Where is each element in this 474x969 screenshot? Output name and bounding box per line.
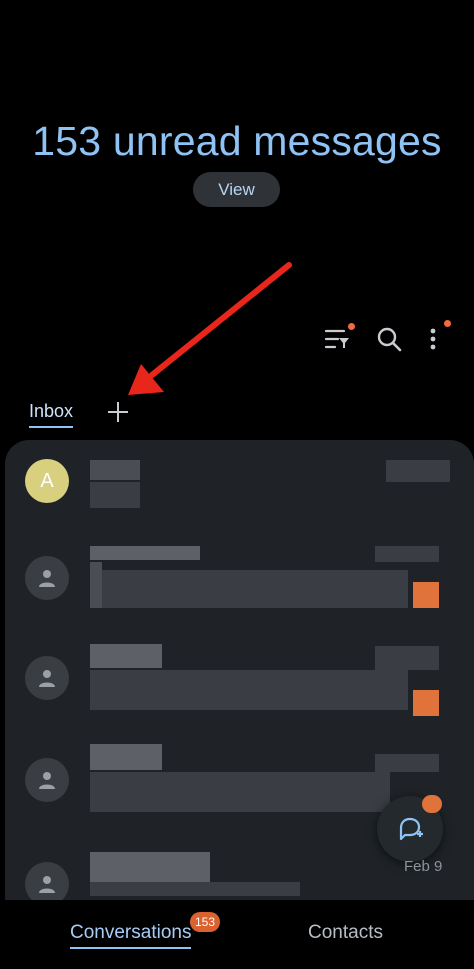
conversation-row[interactable] [5, 638, 474, 738]
blurred-sender [90, 852, 210, 882]
unread-badge [413, 582, 439, 608]
unread-summary: 153 unread messages View [0, 0, 474, 330]
tab-conversations[interactable]: Conversations [70, 922, 192, 949]
contact-avatar-icon [25, 758, 69, 802]
blurred-time [375, 754, 439, 772]
message-date: Feb 9 [404, 858, 443, 875]
conversation-row[interactable]: A [5, 440, 474, 540]
more-options-icon[interactable] [418, 320, 451, 356]
blurred-sender [90, 460, 140, 480]
tab-inbox[interactable]: Inbox [29, 401, 74, 428]
bottom-navigation: Conversations 153 Contacts [0, 900, 474, 969]
unread-badge [413, 690, 439, 716]
blurred-preview [90, 882, 300, 896]
blurred-sender [90, 546, 200, 560]
blurred-preview [90, 482, 140, 508]
plus-icon[interactable] [104, 398, 132, 426]
conversation-row[interactable] [5, 538, 474, 638]
contact-avatar-icon [25, 862, 69, 900]
avatar: A [25, 459, 69, 503]
new-message-icon [399, 817, 423, 841]
contact-avatar-icon [25, 656, 69, 700]
filter-notification-dot [348, 323, 355, 330]
blurred-preview [90, 562, 102, 608]
blurred-sender [90, 744, 162, 770]
blurred-sender [90, 644, 162, 668]
fab-notification-badge [422, 795, 442, 813]
search-icon[interactable] [372, 322, 406, 356]
contact-avatar-icon [25, 556, 69, 600]
filter-icon[interactable] [320, 323, 355, 355]
tab-contacts[interactable]: Contacts [308, 922, 383, 944]
unread-count-badge: 153 [190, 912, 221, 932]
blurred-preview [90, 670, 408, 710]
blurred-time [375, 546, 439, 562]
blurred-time [375, 646, 439, 670]
blurred-preview [102, 570, 408, 608]
blurred-time [386, 460, 450, 482]
view-button[interactable]: View [193, 172, 280, 207]
blurred-preview [90, 772, 390, 812]
unread-count-title: 153 unread messages [32, 118, 442, 164]
more-notification-dot [444, 320, 451, 327]
